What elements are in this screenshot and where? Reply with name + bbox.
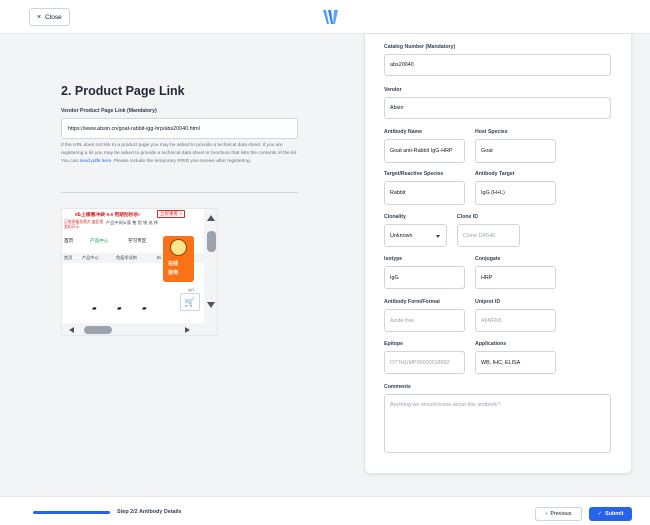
divider [61, 192, 298, 193]
uniprot-label-wrap: Uniprot ID [475, 299, 500, 305]
comments-label: Comments [384, 384, 411, 390]
vendor-link-value: https://www.absin.cn/goat-rabbit-igg-hrp… [68, 125, 200, 132]
host-species-label: Host Species [475, 129, 508, 135]
preview-nav-item[interactable]: 首页 [64, 238, 73, 244]
preview-chat-mascot[interactable]: 在线 咨询 [163, 236, 194, 282]
comments-textarea[interactable]: Anything we should know about this antib… [384, 394, 611, 453]
chevron-down-icon [436, 235, 440, 238]
horizontal-scroll-thumb[interactable] [84, 326, 112, 334]
uniprot-label: Uniprot ID [475, 299, 501, 305]
isotype-label-wrap: Isotype [384, 256, 402, 262]
send-pdfs-link[interactable]: send pdfs here [80, 159, 112, 164]
submit-button[interactable]: ✓ Submit [589, 507, 632, 521]
preview-nav-item[interactable]: 学习专区 [128, 238, 146, 244]
submit-label: Submit [605, 511, 624, 517]
preview-nav-item[interactable]: 产品中心 [90, 238, 108, 244]
scroll-left-icon[interactable] [69, 327, 74, 333]
check-icon: ✓ [597, 511, 603, 517]
applications-label: Applications [475, 341, 507, 347]
vendor-page-preview[interactable]: 5₺上標惠冲峡 9.9 用期刮秒杀! 立即重看 > 正规多备及频方 盖此相类知开… [61, 208, 218, 336]
top-bar: × Close [0, 0, 650, 34]
scroll-right-icon[interactable] [185, 327, 190, 333]
conjugate-label-wrap: Conjugate [475, 256, 500, 262]
isotype-label: Isotype [384, 256, 403, 262]
antibody-name-label-wrap: Antibody Name [384, 129, 422, 135]
close-button[interactable]: × Close [29, 8, 70, 26]
comments-label-wrap: Comments [384, 384, 411, 390]
mascot-face-icon [170, 239, 187, 256]
scroll-down-icon[interactable] [207, 302, 215, 308]
preview-dot-icon: ▰ [142, 306, 147, 312]
host-species-label-wrap: Host Species [475, 129, 508, 135]
catalog-number-input[interactable]: abs20040 [384, 54, 611, 76]
antibody-name-label: Antibody Name [384, 129, 423, 135]
vendor-link-label: Vendor Product Page Link (Mandatory) [61, 108, 157, 114]
progress-bar [33, 511, 110, 514]
epitope-label-wrap: Epitope [384, 341, 403, 347]
section-title: 2. Product Page Link [61, 84, 185, 98]
scroll-up-icon[interactable] [207, 215, 215, 221]
preview-dot-icon: ▰ [117, 306, 122, 312]
format-label-wrap: Antibody Form/Format [384, 299, 440, 305]
previous-label: Previous [550, 511, 572, 517]
format-input[interactable]: Azide free [384, 309, 465, 332]
close-icon: × [37, 13, 42, 21]
clonality-label: Clonality [384, 214, 406, 220]
host-species-input[interactable]: Goat [475, 139, 556, 163]
applications-input[interactable]: WB, IHC, ELISA [475, 351, 556, 374]
preview-search-hint: 产品中间义获 售 您 钱 选 择 [106, 220, 158, 225]
preview-horizontal-scrollbar[interactable] [62, 323, 204, 335]
uniprot-input[interactable]: A6NFN3 [475, 309, 556, 332]
target-species-label-wrap: Target/Reactive Species [384, 171, 443, 177]
preview-tiny-text: 正规多备及频方 盖此相类知开示 [64, 220, 104, 229]
clonality-label-wrap: Clonality [384, 214, 406, 220]
preview-view-button[interactable]: 立即重看 > [157, 210, 185, 218]
clonality-select[interactable]: Unknown [384, 224, 447, 247]
epitope-input[interactable]: OTTHUMP00000018992 [384, 351, 465, 374]
antibody-target-input[interactable]: IgG (H+L) [475, 181, 556, 205]
app-logo-icon [323, 10, 338, 24]
conjugate-input[interactable]: HRP [475, 266, 556, 289]
target-species-label: Target/Reactive Species [384, 171, 444, 177]
applications-label-wrap: Applications [475, 341, 506, 347]
antibody-target-label: Antibody Target [475, 171, 515, 177]
target-species-input[interactable]: Rabbit [384, 181, 465, 205]
previous-button[interactable]: ‹ Previous [535, 507, 582, 521]
vendor-input[interactable]: Absin [384, 97, 611, 119]
clone-id-label-wrap: Clone ID [457, 214, 478, 220]
clone-id-label: Clone ID [457, 214, 479, 220]
preview-vertical-scrollbar[interactable] [204, 209, 217, 335]
preview-igg-text: IgG- [188, 288, 196, 292]
catalog-number-label: Catalog Number (Mandatory) [384, 44, 456, 50]
epitope-label: Epitope [384, 341, 404, 347]
chevron-left-icon: ‹ [545, 511, 548, 517]
progress-fill [33, 511, 110, 514]
preview-dot-icon: ▰ [92, 306, 97, 312]
vendor-label-wrap: Vendor [384, 87, 402, 93]
vendor-link-input[interactable]: https://www.absin.cn/goat-rabbit-igg-hrp… [61, 118, 298, 139]
antibody-name-input[interactable]: Goat anti-Rabbit IgG-HRP [384, 139, 465, 163]
vendor-label: Vendor [384, 87, 402, 93]
conjugate-label: Conjugate [475, 256, 501, 262]
preview-banner: 5₺上標惠冲峡 9.9 用期刮秒杀! 立即重看 > 正规多备及频方 盖此相类知开… [62, 209, 204, 231]
preview-promo-text: 5₺上標惠冲峡 9.9 用期刮秒杀! [75, 213, 140, 218]
clone-id-input[interactable]: Clone D4S40 [457, 224, 520, 247]
help-text: If the URL does not link to a product pa… [61, 143, 298, 165]
format-label: Antibody Form/Format [384, 299, 440, 305]
vertical-scroll-thumb[interactable] [207, 231, 216, 252]
step-label: Step 2/2 Antibody Details [117, 509, 182, 515]
antibody-target-label-wrap: Antibody Target [475, 171, 514, 177]
cart-icon[interactable]: 🛒 [180, 293, 200, 311]
catalog-number-label-wrap: Catalog Number (Mandatory) [384, 44, 455, 50]
isotype-input[interactable]: IgG [384, 266, 465, 289]
close-label: Close [45, 13, 62, 21]
footer-bar: Step 2/2 Antibody Details ‹ Previous ✓ S… [0, 496, 650, 525]
